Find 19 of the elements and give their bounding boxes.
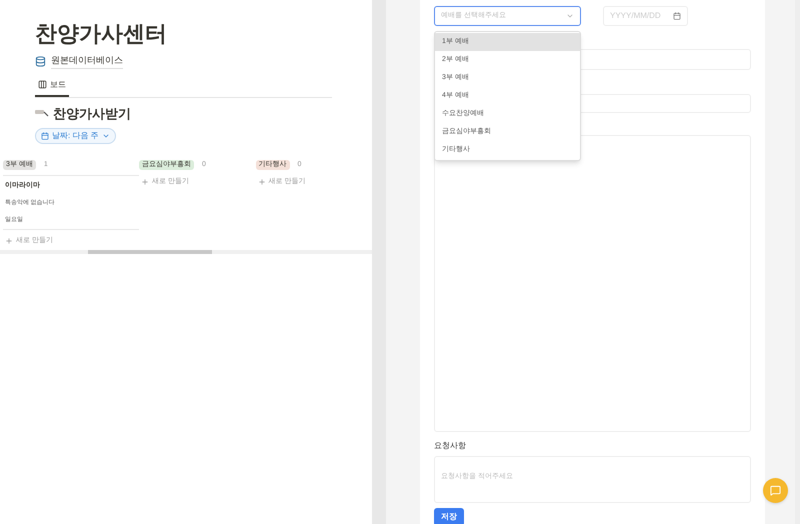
plus-icon (141, 178, 149, 186)
field-label: 요청사항 (434, 440, 467, 452)
plus-icon (258, 178, 266, 186)
view-title: 찬양가사받기 (53, 104, 131, 122)
view-tab[interactable]: 보드 (35, 74, 69, 96)
save-button[interactable]: 저장 (434, 508, 464, 524)
scrollbar-thumb[interactable] (88, 250, 212, 254)
chevron-down-icon (566, 12, 574, 20)
filter-chip[interactable]: 날짜: 다음 주 (35, 128, 116, 144)
calendar-icon (41, 132, 49, 140)
database-icon (35, 56, 46, 67)
calendar-icon (673, 12, 681, 20)
chevron-down-icon (102, 132, 110, 140)
page-title: 찬양가사센터 (35, 20, 168, 48)
board-icon (38, 80, 47, 89)
horizontal-scrollbar[interactable] (0, 250, 372, 254)
plus-icon (5, 236, 13, 245)
database-link[interactable]: 원본데이터베이스 (51, 54, 123, 68)
chat-icon (770, 485, 781, 496)
